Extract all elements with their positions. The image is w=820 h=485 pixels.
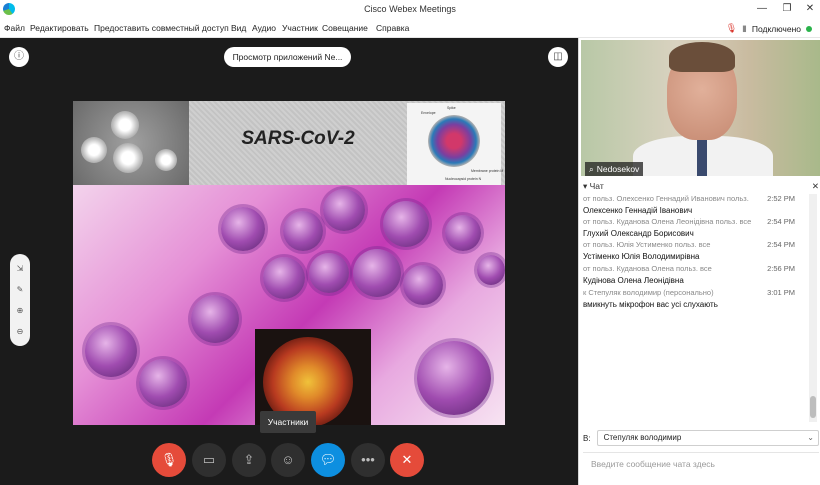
electron-microscope-image — [73, 101, 189, 185]
menu-share[interactable]: Предоставить совместный доступ — [94, 23, 229, 33]
end-call-button[interactable]: ✕ — [390, 443, 424, 477]
slide-header: SARS-CoV-2 Spike Envelope Membrane prote… — [73, 101, 505, 185]
chevron-down-icon: ⌄ — [807, 433, 814, 442]
menu-edit[interactable]: Редактировать — [30, 23, 89, 33]
chat-scroll-thumb[interactable] — [810, 396, 816, 418]
signal-icon: ▮ — [742, 23, 747, 33]
share-icon: ⇪ — [243, 452, 255, 467]
participants-icon: ☺ — [281, 452, 295, 467]
chat-message-meta: от польз. Куданова Олена польз. все 2:56 … — [583, 264, 795, 273]
virus-structure-diagram: Spike Envelope Membrane protein M Nucleo… — [407, 103, 504, 185]
minimize-button[interactable]: — — [752, 1, 772, 17]
active-speaker-video: ⌕ Nedosekov — [581, 40, 820, 176]
virus-diagram-icon — [428, 115, 480, 167]
title-bar: Cisco Webex Meetings — ❐ ✕ — [0, 0, 820, 19]
speaker-name-tag: ⌕ Nedosekov — [585, 162, 644, 176]
speaker-name: Nedosekov — [596, 164, 640, 174]
chat-message-meta: от польз. Олехсенко Геннадий Иванович по… — [583, 194, 795, 203]
coronavirus-illustration — [73, 185, 505, 425]
chat-close-button[interactable]: ✕ — [812, 181, 819, 192]
chat-message-meta: от польз. Куданова Олена Леонідівна поль… — [583, 217, 795, 226]
chat-message-meta: к Степуляк володимир (персонально) 3:01 P… — [583, 288, 795, 297]
layout-icon[interactable]: ◫ — [548, 47, 568, 67]
menu-help[interactable]: Справка — [376, 23, 409, 33]
diagram-label: Membrane protein M — [471, 169, 504, 173]
zoom-in-icon[interactable]: ⊕ — [10, 306, 30, 315]
close-button[interactable]: ✕ — [800, 1, 820, 17]
zoom-out-icon[interactable]: ⊖ — [10, 327, 30, 336]
shared-slide: SARS-CoV-2 Spike Envelope Membrane prote… — [73, 101, 505, 425]
participants-tooltip: Участники — [260, 411, 316, 433]
more-icon: ••• — [361, 452, 375, 467]
chat-header: ▾ Чат ✕ — [583, 179, 819, 193]
menu-bar: Файл Редактировать Предоставить совместн… — [0, 19, 820, 38]
menu-file[interactable]: Файл — [4, 23, 25, 33]
chat-button[interactable]: 💬︎ — [311, 443, 345, 477]
chat-message-text: вмикнуть мікрофон вас усі слухають — [583, 300, 718, 309]
menu-participant[interactable]: Участник — [282, 23, 318, 33]
zoom-panel: ⇲ ✎ ⊕ ⊖ — [10, 254, 30, 346]
recipient-value: Степуляк володимир — [603, 433, 682, 442]
end-call-icon: ✕ — [401, 452, 413, 467]
right-panel: ⌕ Nedosekov ▾ Чат ✕ от польз. Олехсенко … — [578, 38, 820, 485]
meeting-stage: ⓘ Просмотр приложений Ne... ◫ SARS-CoV-2… — [0, 38, 578, 485]
app-view-button[interactable]: Просмотр приложений Ne... — [224, 47, 351, 67]
mute-button[interactable]: 🎙︎ — [152, 443, 186, 477]
annotate-icon[interactable]: ✎ — [10, 285, 30, 294]
chat-recipient-row: В: Степуляк володимир ⌄ — [583, 429, 819, 447]
info-icon[interactable]: ⓘ — [9, 47, 29, 67]
status-label: Подключено — [751, 23, 801, 34]
chat-message-text: Кудінова Олена Леонідівна — [583, 276, 684, 285]
menu-audio[interactable]: Аудио — [252, 23, 276, 33]
chat-icon: 💬︎ — [319, 452, 337, 467]
video-off-icon: ▭ — [202, 452, 216, 467]
chat-message-input[interactable]: Введите сообщение чата здесь — [583, 452, 819, 482]
participants-button[interactable]: ☺ — [271, 443, 305, 477]
chat-messages: от польз. Олехсенко Геннадий Иванович по… — [583, 194, 805, 422]
video-button[interactable]: ▭ — [192, 443, 226, 477]
diagram-label: Envelope — [421, 111, 436, 115]
more-button[interactable]: ••• — [351, 443, 385, 477]
chat-title[interactable]: ▾ Чат — [583, 181, 604, 192]
speaker-icon: ⌕ — [589, 164, 594, 174]
recipient-label: В: — [583, 433, 591, 443]
chat-message-meta: от польз. Юлія Устименко польз. все 2:54 … — [583, 240, 795, 249]
connection-status: 🎙︎ ▮ Подключено — [726, 22, 812, 35]
fit-icon[interactable]: ⇲ — [10, 264, 30, 273]
mic-muted-icon: 🎙︎ — [725, 23, 738, 33]
share-button[interactable]: ⇪ — [232, 443, 266, 477]
diagram-label: Spike — [447, 106, 456, 110]
slide-title: SARS-CoV-2 — [241, 128, 355, 149]
diagram-label: Nucleocapsid protein N — [445, 177, 482, 181]
chat-scrollbar[interactable] — [809, 194, 817, 422]
window-title: Cisco Webex Meetings — [364, 4, 456, 14]
mic-off-icon: 🎙︎ — [160, 452, 178, 467]
menu-meeting[interactable]: Совещание — [322, 23, 368, 33]
menu-view[interactable]: Вид — [231, 23, 246, 33]
restore-button[interactable]: ❐ — [777, 1, 797, 17]
chat-title-label: Чат — [589, 180, 604, 191]
chat-message-text: Устіменко Юлія Володимирівна — [583, 252, 700, 261]
connected-dot-icon — [806, 25, 812, 32]
recipient-select[interactable]: Степуляк володимир ⌄ — [596, 430, 819, 446]
